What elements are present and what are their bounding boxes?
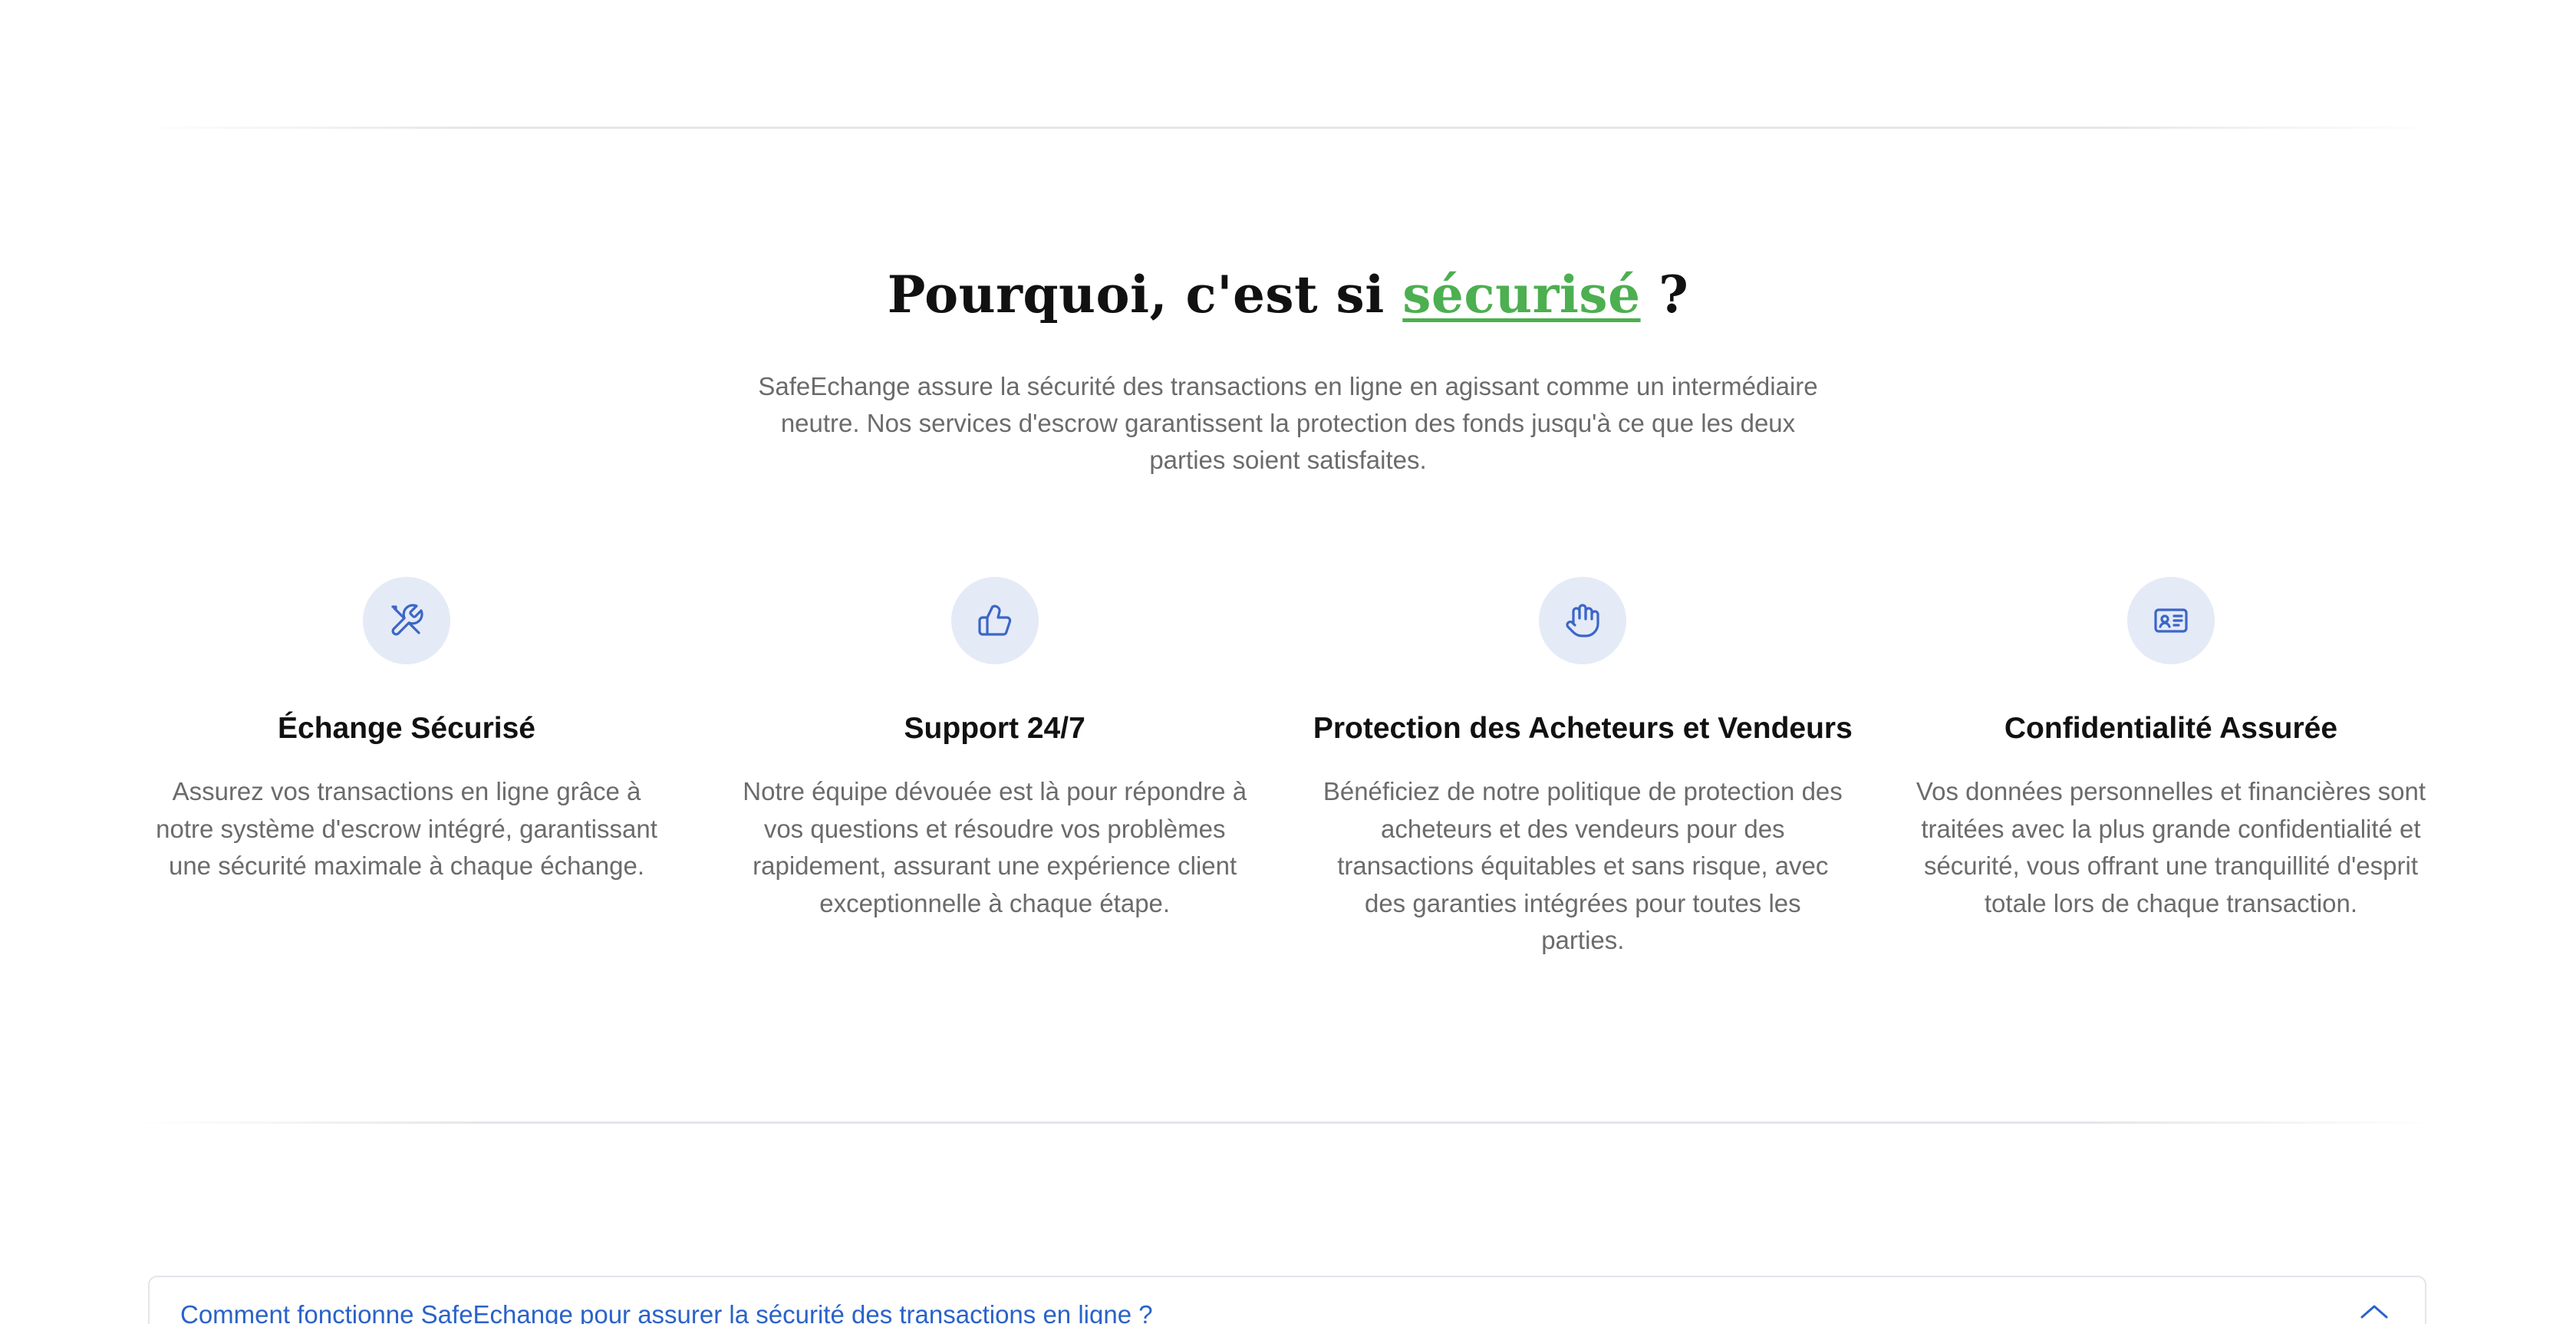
faq-question-button[interactable]: Comment fonctionne SafeEchange pour assu… [180, 1300, 1153, 1324]
feature-card: Protection des Acheteurs et Vendeurs Bén… [1313, 577, 1853, 960]
feature-title: Échange Sécurisé [278, 712, 535, 745]
section-intro: SafeEchange assure la sécurité des trans… [758, 372, 1818, 474]
id-card-icon [2126, 577, 2215, 664]
tools-icon [363, 577, 450, 664]
thumbs-up-icon [950, 577, 1039, 664]
feature-description: Vos données personnelles et financières … [1916, 777, 2426, 917]
section-title-prefix: Pourquoi, c'est si [887, 265, 1403, 324]
feature-description: Notre équipe dévouée est là pour répondr… [743, 777, 1247, 917]
section-title: Pourquoi, c'est si sécurisé ? [0, 265, 2576, 324]
chevron-up-icon[interactable] [2359, 1300, 2390, 1323]
section-title-suffix: ? [1640, 265, 1689, 324]
section-divider-top [138, 127, 2438, 129]
feature-title: Protection des Acheteurs et Vendeurs [1313, 712, 1853, 745]
page: Pourquoi, c'est si sécurisé ? SafeEchang… [0, 0, 2576, 1324]
faq-accordion-item[interactable]: Comment fonctionne SafeEchange pour assu… [148, 1276, 2426, 1324]
feature-card: Confidentialité Assurée Vos données pers… [1902, 577, 2439, 960]
feature-card: Support 24/7 Notre équipe dévouée est là… [726, 577, 1263, 960]
feature-title: Support 24/7 [904, 712, 1085, 745]
feature-card: Échange Sécurisé Assurez vos transaction… [138, 577, 675, 960]
features-grid: Échange Sécurisé Assurez vos transaction… [138, 577, 2439, 960]
section-title-highlight: sécurisé [1402, 265, 1641, 324]
feature-description: Bénéficiez de notre politique de protect… [1323, 777, 1843, 954]
feature-description: Assurez vos transactions en ligne grâce … [156, 777, 657, 880]
feature-title: Confidentialité Assurée [2004, 712, 2338, 745]
hand-icon [1539, 577, 1627, 664]
section-divider-bottom [138, 1121, 2438, 1124]
